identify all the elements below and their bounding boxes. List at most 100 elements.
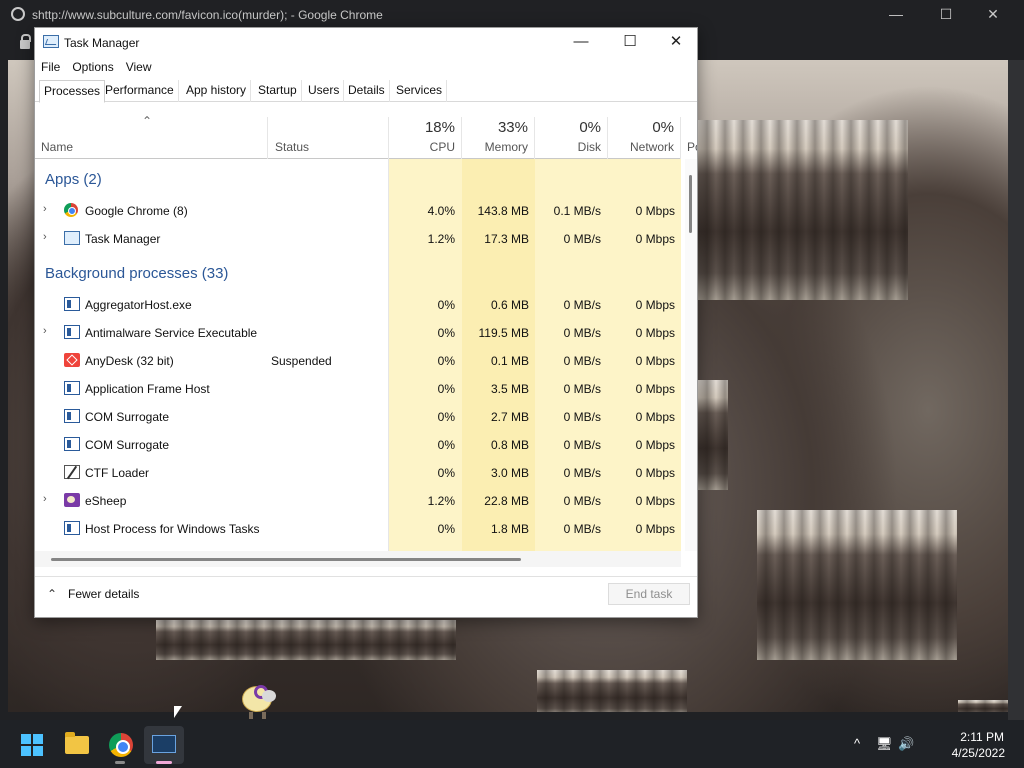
windows-logo-tile <box>33 734 43 744</box>
fewer-details-link[interactable]: Fewer details <box>68 587 139 601</box>
expand-chevron-icon[interactable]: › <box>43 493 53 505</box>
windows-logo-tile <box>21 746 31 756</box>
expand-chevron-icon[interactable]: › <box>43 203 53 215</box>
process-cpu: 0% <box>437 466 455 480</box>
process-disk: 0 MB/s <box>563 232 601 246</box>
chrome-maximize-button[interactable]: ☐ <box>936 6 956 23</box>
process-row[interactable]: Application Frame Host 0% 3.5 MB 0 MB/s 0 Mb… <box>35 375 681 403</box>
clock-time[interactable]: 2:11 PM <box>960 730 1004 744</box>
column-status[interactable]: Status <box>268 117 389 159</box>
disk-total: 0% <box>579 119 601 136</box>
process-cpu: 0% <box>437 326 455 340</box>
process-network: 0 Mbps <box>635 232 675 246</box>
task-manager-titlebar[interactable]: Task Manager — ☐ ✕ <box>35 28 697 56</box>
process-cpu: 0% <box>437 354 455 368</box>
tab-services[interactable]: Services <box>392 80 448 102</box>
group-background[interactable]: Background processes (33) <box>45 265 228 282</box>
horizontal-scroll-thumb[interactable] <box>51 558 521 561</box>
process-memory: 22.8 MB <box>484 494 529 508</box>
column-header: ⌃ Name Status 18% CPU 33% Memory 0% Disk… <box>35 114 697 159</box>
chevron-up-icon[interactable]: ^ <box>854 736 860 751</box>
menu-options[interactable]: Options <box>66 57 119 77</box>
column-network[interactable]: 0% Network <box>608 117 681 159</box>
process-list[interactable]: Apps (2) › Google Chrome (8) 4.0% 143.8 MB 0… <box>35 159 681 551</box>
column-power[interactable]: Po <box>681 117 697 159</box>
process-network: 0 Mbps <box>635 298 675 312</box>
process-row[interactable]: › eSheep 1.2% 22.8 MB 0 MB/s 0 Mbps <box>35 487 681 515</box>
ctf-loader-icon <box>64 465 80 479</box>
process-row[interactable]: CTF Loader 0% 3.0 MB 0 MB/s 0 Mbps <box>35 459 681 487</box>
expand-chevron-icon[interactable]: › <box>43 231 53 243</box>
lock-icon[interactable] <box>20 34 31 49</box>
crowd-photo <box>156 620 456 660</box>
horizontal-scrollbar[interactable] <box>35 551 681 567</box>
process-row[interactable]: › Antimalware Service Executable 0% 119.5 M… <box>35 319 681 347</box>
chrome-titlebar[interactable]: shttp://www.subculture.com/favicon.ico(m… <box>0 0 1024 30</box>
process-network: 0 Mbps <box>635 326 675 340</box>
menu-file[interactable]: File <box>35 57 66 77</box>
process-network: 0 Mbps <box>635 522 675 536</box>
sheep-leg <box>249 712 253 719</box>
process-row[interactable]: AggregatorHost.exe 0% 0.6 MB 0 MB/s 0 Mbps <box>35 291 681 319</box>
crowd-photo <box>698 380 728 490</box>
process-row[interactable]: › Google Chrome (8) 4.0% 143.8 MB 0.1 MB/s 0 … <box>35 197 681 225</box>
process-row[interactable]: Host Process for Windows Tasks 0% 1.8 MB 0 … <box>35 515 681 543</box>
group-apps[interactable]: Apps (2) <box>45 171 102 188</box>
minimize-button[interactable]: — <box>568 32 594 52</box>
column-disk[interactable]: 0% Disk <box>535 117 608 159</box>
task-manager-title: Task Manager <box>64 36 140 50</box>
expand-chevron-icon[interactable]: › <box>43 325 53 337</box>
task-manager-taskbar-button[interactable] <box>144 726 184 764</box>
app-icon <box>64 297 80 311</box>
process-row[interactable]: › Task Manager 1.2% 17.3 MB 0 MB/s 0 Mbps <box>35 225 681 253</box>
process-cpu: 0% <box>437 382 455 396</box>
process-cpu: 0% <box>437 410 455 424</box>
volume-icon[interactable]: 🔊 <box>898 736 914 752</box>
clock-date[interactable]: 4/25/2022 <box>952 746 1005 760</box>
process-memory: 2.7 MB <box>490 410 529 424</box>
chrome-close-button[interactable]: ✕ <box>983 6 1003 23</box>
process-row[interactable]: COM Surrogate 0% 0.8 MB 0 MB/s 0 Mbps <box>35 431 681 459</box>
process-row[interactable]: AnyDesk (32 bit) Suspended 0% 0.1 MB 0 MB/s 0… <box>35 347 681 375</box>
vertical-scroll-thumb[interactable] <box>689 175 692 233</box>
process-cpu: 1.2% <box>427 232 455 246</box>
process-cpu: 0% <box>437 298 455 312</box>
tab-users[interactable]: Users <box>304 80 345 102</box>
tab-app-history[interactable]: App history <box>182 80 252 102</box>
end-task-button[interactable]: End task <box>608 583 690 605</box>
menu-bar: File Options View <box>35 57 158 79</box>
chrome-taskbar-button[interactable] <box>100 726 140 764</box>
chevron-up-icon[interactable]: ⌃ <box>47 587 57 601</box>
column-status-label: Status <box>275 140 310 154</box>
app-icon <box>64 409 80 423</box>
chrome-minimize-button[interactable]: — <box>886 6 906 22</box>
process-network: 0 Mbps <box>635 438 675 452</box>
network-icon[interactable]: 🖥 <box>876 736 893 752</box>
column-cpu[interactable]: 18% CPU <box>389 117 462 159</box>
column-name[interactable]: ⌃ Name <box>35 114 268 159</box>
globe-icon <box>11 7 25 21</box>
process-name: eSheep <box>85 494 127 508</box>
menu-view[interactable]: View <box>120 57 158 77</box>
system-tray: ^ 🖥 🔊 2:11 PM 4/25/2022 <box>854 720 1024 768</box>
memory-total: 33% <box>497 119 528 136</box>
start-button[interactable] <box>12 726 52 764</box>
task-manager-icon <box>152 735 176 753</box>
file-explorer-button[interactable] <box>56 726 96 764</box>
process-name: AggregatorHost.exe <box>85 298 192 312</box>
vertical-scrollbar[interactable] <box>685 159 697 551</box>
process-memory: 0.6 MB <box>490 298 529 312</box>
tab-processes[interactable]: Processes <box>39 80 106 103</box>
tab-details[interactable]: Details <box>344 80 390 102</box>
maximize-button[interactable]: ☐ <box>617 32 643 52</box>
column-memory[interactable]: 33% Memory <box>462 117 535 159</box>
chrome-scrollbar[interactable] <box>1008 60 1024 720</box>
windows-logo-icon <box>21 734 31 744</box>
tab-startup[interactable]: Startup <box>254 80 302 102</box>
task-manager-icon <box>43 35 59 48</box>
close-button[interactable]: ✕ <box>663 32 689 52</box>
crowd-photo <box>537 670 687 712</box>
esheep-pet[interactable] <box>240 680 282 720</box>
process-row[interactable]: COM Surrogate 0% 2.7 MB 0 MB/s 0 Mbps <box>35 403 681 431</box>
tab-performance[interactable]: Performance <box>101 80 179 102</box>
